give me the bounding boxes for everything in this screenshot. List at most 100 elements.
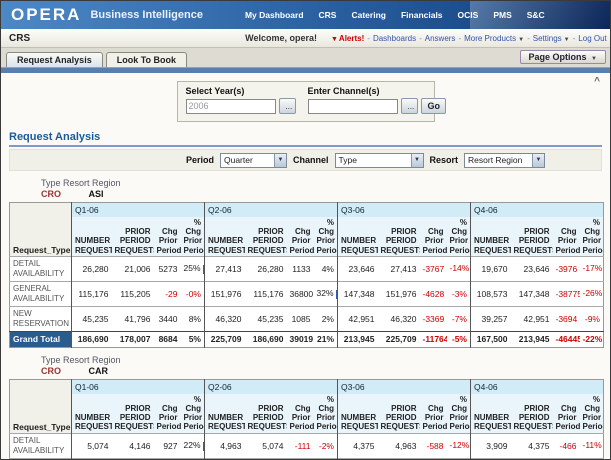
column-header: NUMBER REQUESTS bbox=[205, 394, 245, 433]
quarter-header: Q4-06 bbox=[471, 203, 604, 218]
nav-item-my-dashboard[interactable]: My Dashboard bbox=[245, 10, 304, 20]
top-banner: OPERA Business Intelligence My Dashboard… bbox=[1, 1, 610, 29]
value-cell: -4628 bbox=[420, 281, 447, 306]
tab-look-to-book[interactable]: Look To Book bbox=[106, 52, 187, 67]
value-cell: -9% bbox=[580, 306, 604, 331]
table-row: DETAIL AVAILABILITY26,28021,006527325%+2… bbox=[10, 256, 604, 281]
nav-item-pms[interactable]: PMS bbox=[493, 10, 511, 20]
value-cell: 42,951 bbox=[511, 306, 553, 331]
group-label: Type Resort Region bbox=[41, 178, 610, 188]
tab-request-analysis[interactable]: Request Analysis bbox=[6, 52, 103, 67]
column-header: PRIOR PERIOD REQUESTS bbox=[112, 394, 154, 433]
column-header: % Chg Prior Period bbox=[314, 394, 338, 433]
table-corner bbox=[10, 379, 72, 394]
column-header: % Chg Prior Period bbox=[580, 217, 604, 256]
link-separator: - bbox=[458, 34, 461, 43]
value-cell: 4,963 bbox=[205, 433, 245, 458]
alerts-link[interactable]: ▼Alerts! bbox=[331, 34, 364, 43]
region-value: CAR bbox=[89, 366, 109, 376]
table-host-asi: Q1-06Q2-06Q3-06Q4-06Request_TypeNUMBER R… bbox=[1, 202, 610, 348]
column-header: Chg Prior Period bbox=[154, 217, 181, 256]
channel-select[interactable]: Type▼ bbox=[335, 153, 424, 168]
column-header: Chg Prior Period bbox=[154, 394, 181, 433]
quarter-header: Q3-06 bbox=[338, 203, 471, 218]
filter-bar: Period Quarter▼ Channel Type▼ Resort Res… bbox=[9, 149, 602, 171]
welcome-text: Welcome, opera! bbox=[245, 33, 317, 43]
value-cell: 186,690 bbox=[72, 331, 112, 347]
nav-item-financials[interactable]: Financials bbox=[401, 10, 443, 20]
quarter-header: Q4-06 bbox=[471, 379, 604, 394]
link-log-out[interactable]: Log Out bbox=[578, 34, 606, 43]
value-cell: 3440 bbox=[154, 306, 181, 331]
collapse-section-icon[interactable]: ^ bbox=[594, 76, 600, 87]
channel-label: Enter Channel(s) bbox=[308, 86, 446, 96]
resort-select[interactable]: Resort Region▼ bbox=[464, 153, 545, 168]
table-corner bbox=[10, 203, 72, 218]
value-cell: -17%+ bbox=[580, 256, 604, 281]
year-label: Select Year(s) bbox=[186, 86, 296, 96]
period-select[interactable]: Quarter▼ bbox=[220, 153, 287, 168]
link-dashboards[interactable]: Dashboards bbox=[373, 34, 416, 43]
quarter-header: Q2-06 bbox=[205, 379, 338, 394]
value-cell: -38775 bbox=[553, 281, 580, 306]
value-cell: 8684 bbox=[154, 331, 181, 347]
value-cell: -46445 bbox=[553, 331, 580, 347]
value-cell: 1085 bbox=[287, 306, 314, 331]
column-header: Chg Prior Period bbox=[553, 394, 580, 433]
value-cell: 927 bbox=[154, 433, 181, 458]
value-cell: 46,320 bbox=[378, 306, 420, 331]
link-answers[interactable]: Answers bbox=[425, 34, 456, 43]
nav-item-ocis[interactable]: OCIS bbox=[458, 10, 479, 20]
request-analysis-table-car: Q1-06Q2-06Q3-06Q4-06Request_TypeNUMBER R… bbox=[9, 379, 604, 460]
column-header: PRIOR PERIOD REQUESTS bbox=[511, 394, 553, 433]
value-cell: 115,205 bbox=[112, 281, 154, 306]
value-cell: 42,951 bbox=[338, 306, 378, 331]
row-label: Grand Total bbox=[10, 331, 72, 347]
chevron-down-icon: ▼ bbox=[564, 37, 570, 43]
column-header: NUMBER REQUESTS bbox=[338, 217, 378, 256]
value-cell: 178,007 bbox=[112, 331, 154, 347]
column-header: % Chg Prior Period bbox=[181, 217, 205, 256]
link-settings[interactable]: Settings▼ bbox=[533, 34, 570, 43]
status-bar: CRS Welcome, opera! ▼Alerts! - Dashboards… bbox=[1, 29, 610, 48]
value-cell: -14%+ bbox=[447, 256, 471, 281]
value-cell: 5,074 bbox=[245, 433, 287, 458]
value-cell: 3,909 bbox=[471, 433, 511, 458]
channel-input[interactable] bbox=[308, 99, 398, 114]
column-header: NUMBER REQUESTS bbox=[205, 217, 245, 256]
value-cell: 151,976 bbox=[205, 281, 245, 306]
go-button[interactable]: Go bbox=[421, 98, 446, 114]
value-cell: 23,646 bbox=[511, 256, 553, 281]
value-cell: 8% bbox=[181, 306, 205, 331]
nav-item-s-c[interactable]: S&C bbox=[527, 10, 545, 20]
nav-item-crs[interactable]: CRS bbox=[319, 10, 337, 20]
column-header: Chg Prior Period bbox=[420, 394, 447, 433]
value-cell: 26,280 bbox=[72, 256, 112, 281]
nav-item-catering[interactable]: Catering bbox=[351, 10, 385, 20]
page-title: CRS bbox=[9, 33, 30, 44]
value-cell: -3694 bbox=[553, 306, 580, 331]
channel-picker-button[interactable]: ... bbox=[401, 98, 418, 114]
group-values: CRO CAR bbox=[41, 366, 610, 376]
value-cell: 26,280 bbox=[245, 256, 287, 281]
value-cell: 39,257 bbox=[471, 306, 511, 331]
table-host-car: Q1-06Q2-06Q3-06Q4-06Request_TypeNUMBER R… bbox=[1, 379, 610, 460]
column-header: PRIOR PERIOD REQUESTS bbox=[378, 217, 420, 256]
page-options-button[interactable]: Page Options ▼ bbox=[520, 50, 606, 64]
value-cell: 39019 bbox=[287, 331, 314, 347]
column-header: NUMBER REQUESTS bbox=[72, 217, 112, 256]
value-cell: 27,413 bbox=[205, 256, 245, 281]
opera-logo: OPERA bbox=[11, 5, 81, 25]
link-more-products[interactable]: More Products▼ bbox=[464, 34, 524, 43]
year-picker-button[interactable]: ... bbox=[279, 98, 296, 114]
year-input[interactable] bbox=[186, 99, 276, 114]
value-cell: -12%+ bbox=[447, 433, 471, 458]
resort-label: Resort bbox=[430, 155, 459, 165]
value-cell: 5% bbox=[181, 331, 205, 347]
row-type-header: Request_Type bbox=[10, 217, 72, 256]
quarter-header: Q1-06 bbox=[72, 203, 205, 218]
value-cell: -3369 bbox=[420, 306, 447, 331]
table-row: NEW RESERVATION45,23541,79634408%46,3204… bbox=[10, 306, 604, 331]
value-cell: 108,573 bbox=[471, 281, 511, 306]
table-section-asi: Type Resort Region CRO ASI Q1-06Q2-06Q3-… bbox=[1, 178, 610, 348]
